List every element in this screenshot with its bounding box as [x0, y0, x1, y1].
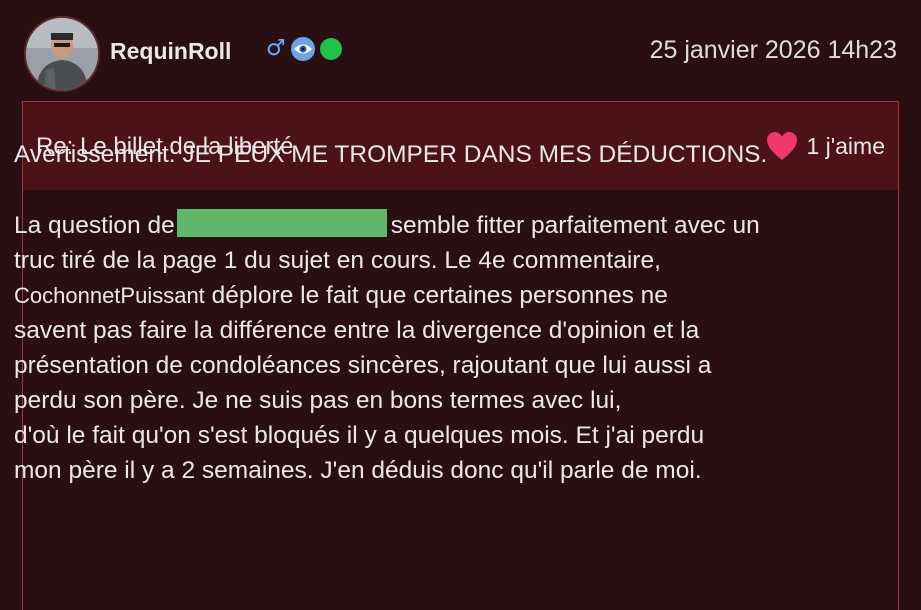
post-header: RequinRoll ♂ 25 janvier 2026 14h23 [0, 0, 921, 100]
author-username[interactable]: RequinRoll [110, 38, 231, 65]
avatar-photo [26, 18, 98, 90]
online-status-dot [319, 38, 342, 60]
post-body: Avertissement: JE PEUX ME TROMPER DANS M… [14, 137, 874, 488]
body-line-1-start: La question de [14, 212, 175, 239]
body-line-5: présentation de condoléances sincères, r… [14, 352, 712, 379]
body-line-3: déplore le fait que certaines personnes … [204, 282, 668, 309]
body-line-4: savent pas faire la différence entre la … [14, 317, 700, 344]
user-badges: ♂ [266, 36, 342, 62]
body-line-6: perdu son père. Je ne suis pas en bons t… [14, 387, 622, 414]
user-mention[interactable]: CochonnetPuissant [14, 283, 205, 308]
post-date: 25 janvier 2026 14h23 [649, 36, 897, 64]
eye-badge-icon [290, 37, 315, 61]
body-line-1-end: semble fitter parfaitement avec un [390, 212, 760, 239]
body-line-7: d'où le fait qu'on s'est bloqués il y a … [14, 422, 705, 449]
body-line-2: truc tiré de la page 1 du sujet en cours… [14, 247, 661, 274]
post-warning: Avertissement: JE PEUX ME TROMPER DANS M… [14, 141, 768, 168]
avatar[interactable] [24, 16, 100, 92]
post-paragraph: La question de semble fitter parfaitement… [14, 208, 874, 488]
redacted-block [176, 209, 387, 237]
male-icon: ♂ [266, 36, 286, 61]
body-line-8: mon père il y a 2 semaines. J'en déduis … [14, 457, 702, 484]
